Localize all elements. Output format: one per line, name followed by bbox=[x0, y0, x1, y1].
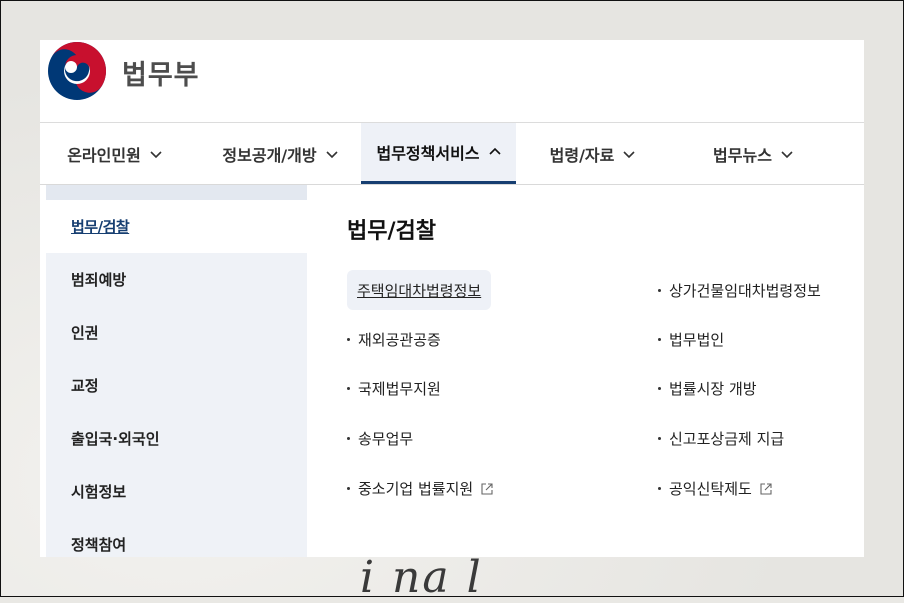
link-law-firm[interactable]: 법무법인 bbox=[658, 329, 724, 350]
gnb-online-civil[interactable]: 온라인민원 bbox=[57, 123, 172, 184]
gnb-label: 법무정책서비스 bbox=[376, 144, 480, 163]
taegeuk-logo-icon[interactable] bbox=[47, 41, 107, 101]
link-label: 신고포상금제 지급 bbox=[669, 430, 785, 448]
link-public-trust[interactable]: 공익신탁제도 bbox=[658, 478, 772, 499]
chevron-down-icon bbox=[623, 150, 635, 158]
site-header: 법무부 bbox=[40, 40, 864, 123]
link-label: 중소기업 법률지원 bbox=[358, 480, 474, 498]
link-litigation[interactable]: 송무업무 bbox=[347, 428, 413, 449]
gnb-label: 법무뉴스 bbox=[713, 145, 772, 165]
link-housing-lease[interactable]: 주택임대차법령정보 bbox=[347, 270, 492, 310]
bullet-icon bbox=[658, 437, 661, 440]
link-label: 송무업무 bbox=[358, 430, 414, 448]
bullet-icon bbox=[658, 338, 661, 341]
chevron-up-icon bbox=[488, 147, 501, 155]
sidebar-item-policy-participation[interactable]: 정책참여 bbox=[46, 518, 307, 557]
link-label: 법무법인 bbox=[669, 331, 725, 349]
chevron-down-icon bbox=[150, 150, 162, 158]
link-label: 주택임대차법령정보 bbox=[357, 281, 482, 300]
bullet-icon bbox=[347, 487, 350, 490]
chevron-down-icon bbox=[326, 150, 338, 158]
sidebar-item-justice-prosecution[interactable]: 법무/검찰 bbox=[46, 200, 307, 253]
gnb-label: 정보공개/개방 bbox=[222, 145, 317, 165]
background-handwriting: i na l bbox=[360, 552, 483, 603]
mega-menu-panel: 법무부 온라인민원 정보공개/개방 법무정책서비스 법령/자료 법무뉴스 법무/… bbox=[40, 40, 864, 557]
sidebar-item-crime-prevention[interactable]: 범죄예방 bbox=[46, 253, 307, 306]
sidebar-item-human-rights[interactable]: 인권 bbox=[46, 306, 307, 359]
bullet-icon bbox=[347, 387, 350, 390]
global-navigation: 온라인민원 정보공개/개방 법무정책서비스 법령/자료 법무뉴스 bbox=[40, 123, 864, 185]
link-reward-payment[interactable]: 신고포상금제 지급 bbox=[658, 428, 784, 449]
bullet-icon bbox=[658, 387, 661, 390]
link-international-legal[interactable]: 국제법무지원 bbox=[347, 378, 441, 399]
brand-name[interactable]: 법무부 bbox=[122, 53, 200, 92]
link-label: 법률시장 개방 bbox=[669, 380, 757, 398]
chevron-down-icon bbox=[781, 150, 793, 158]
gnb-policy-service[interactable]: 법무정책서비스 bbox=[361, 123, 516, 184]
gnb-label: 법령/자료 bbox=[549, 145, 615, 165]
sidebar-top-strip bbox=[46, 185, 307, 200]
link-overseas-notary[interactable]: 재외공관공증 bbox=[347, 329, 441, 350]
link-label: 국제법무지원 bbox=[358, 380, 441, 398]
external-link-icon bbox=[760, 482, 772, 495]
sidebar-item-exam-info[interactable]: 시험정보 bbox=[46, 465, 307, 518]
link-label: 재외공관공증 bbox=[358, 331, 441, 349]
link-legal-market[interactable]: 법률시장 개방 bbox=[658, 378, 757, 399]
gnb-news[interactable]: 법무뉴스 bbox=[703, 123, 803, 184]
bullet-icon bbox=[658, 289, 661, 292]
bullet-icon bbox=[658, 487, 661, 490]
sidebar-item-corrections[interactable]: 교정 bbox=[46, 359, 307, 412]
external-link-icon bbox=[481, 482, 493, 495]
section-title: 법무/검찰 bbox=[347, 219, 436, 244]
bullet-icon bbox=[347, 437, 350, 440]
link-sme-legal-support[interactable]: 중소기업 법률지원 bbox=[347, 478, 493, 499]
bullet-icon bbox=[347, 338, 350, 341]
gnb-laws-data[interactable]: 법령/자료 bbox=[540, 123, 645, 184]
sidebar-item-immigration[interactable]: 출입국·외국인 bbox=[46, 412, 307, 465]
link-label: 공익신탁제도 bbox=[669, 480, 752, 498]
link-label: 상가건물임대차법령정보 bbox=[669, 282, 821, 300]
sub-menu-sidebar: 법무/검찰 범죄예방 인권 교정 출입국·외국인 시험정보 정책참여 bbox=[46, 185, 307, 557]
gnb-label: 온라인민원 bbox=[67, 145, 141, 165]
gnb-info-disclosure[interactable]: 정보공개/개방 bbox=[210, 123, 350, 184]
link-commercial-lease[interactable]: 상가건물임대차법령정보 bbox=[658, 280, 821, 301]
